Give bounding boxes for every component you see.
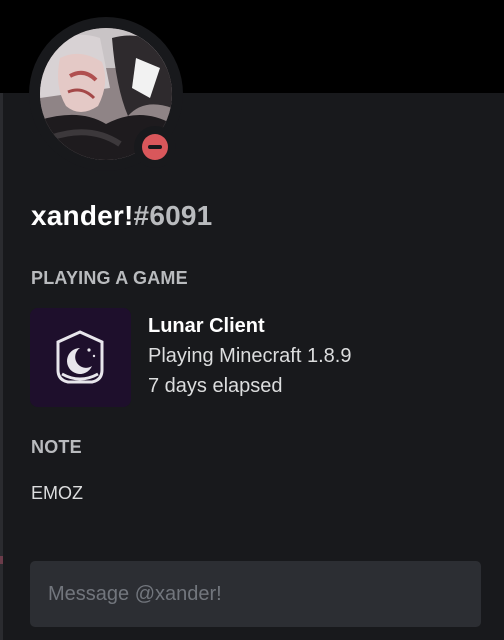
username-text: xander! [31,200,134,231]
do-not-disturb-status-icon [142,134,168,160]
game-details: Playing Minecraft 1.8.9 [148,345,352,367]
game-elapsed-time: 7 days elapsed [148,375,283,397]
game-logo-icon [30,308,131,407]
user-profile-popout: xander!#6091 PLAYING A GAME Lunar Client… [0,0,504,640]
game-title: Lunar Client [148,315,265,337]
playing-section-label: PLAYING A GAME [31,268,188,288]
profile-username: xander!#6091 [31,200,212,232]
message-input[interactable] [48,561,468,627]
lunar-client-icon [30,308,131,407]
note-section-label: NOTE [31,437,82,457]
message-input-container[interactable] [30,561,481,627]
window-edge-marker [0,556,3,564]
note-field[interactable]: EMOZ [31,483,83,504]
username-discriminator: #6091 [133,200,213,231]
